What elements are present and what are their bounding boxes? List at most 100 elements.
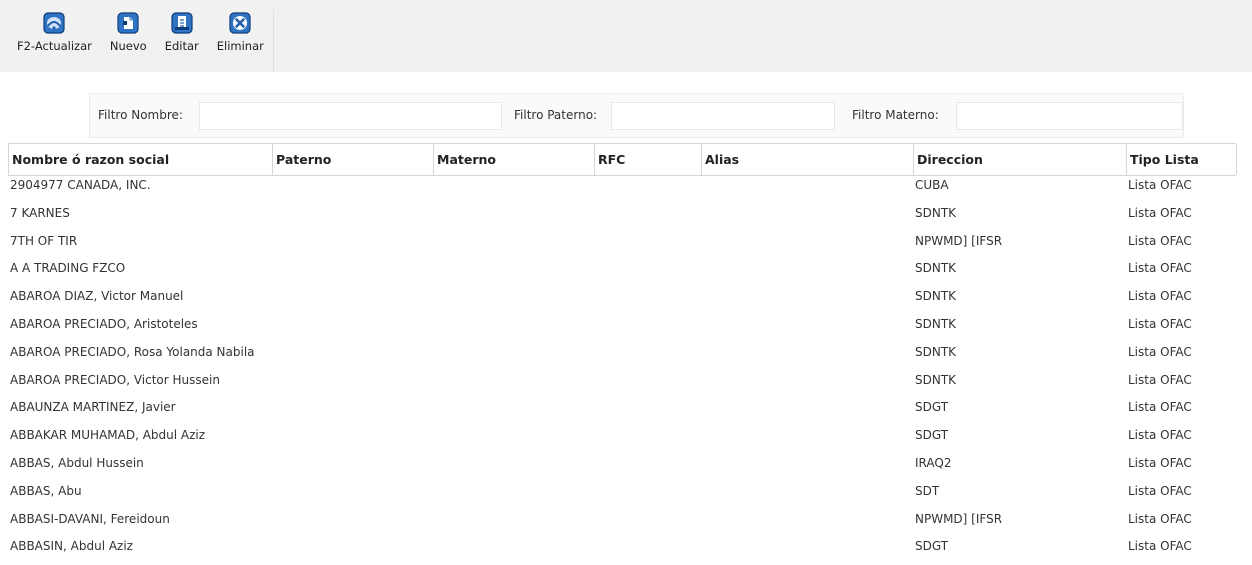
filter-nombre-input[interactable] <box>199 102 502 130</box>
cell-paterno <box>272 259 433 287</box>
cell-paterno <box>272 426 433 454</box>
edit-document-icon <box>171 12 193 34</box>
column-header-paterno[interactable]: Paterno <box>273 144 434 175</box>
cell-paterno <box>272 315 433 343</box>
cell-materno <box>433 232 594 260</box>
filter-materno-label: Filtro Materno: <box>852 108 939 122</box>
table-row[interactable]: 7 KARNES SDNTK Lista OFAC <box>8 204 1236 232</box>
cell-materno <box>433 510 594 538</box>
cell-nombre: 2904977 CANADA, INC. <box>10 178 151 192</box>
table-row[interactable]: ABBASI-DAVANI, Fereidoun NPWMD] [IFSR List… <box>8 510 1236 538</box>
cell-nombre: ABAROA PRECIADO, Victor Hussein <box>10 372 220 387</box>
cell-materno <box>433 315 594 343</box>
table-row[interactable]: ABBAS, Abdul Hussein IRAQ2 Lista OFAC <box>8 454 1236 482</box>
cell-rfc <box>594 204 701 232</box>
table-row[interactable]: ABBASIN, Abdul Aziz SDGT Lista OFAC <box>8 537 1236 565</box>
refresh-button-label: F2-Actualizar <box>17 39 92 53</box>
cell-alias <box>701 537 913 565</box>
results-grid: Nombre ó razon social Paterno Materno RF… <box>8 143 1237 565</box>
cell-materno <box>433 537 594 565</box>
column-header-nombre[interactable]: Nombre ó razon social <box>9 144 273 175</box>
delete-button[interactable]: Eliminar <box>208 10 273 72</box>
cell-direccion: IRAQ2 <box>915 455 952 470</box>
cell-rfc <box>594 371 701 399</box>
cell-nombre: 7TH OF TIR <box>10 233 78 248</box>
table-row[interactable]: ABAROA DIAZ, Victor Manuel SDNTK Lista OFA… <box>8 287 1236 315</box>
cell-tipo-lista: Lista OFAC <box>1128 233 1192 248</box>
table-row[interactable]: ABBAS, Abu SDT Lista OFAC <box>8 482 1236 510</box>
cell-direccion: SDNTK <box>915 261 957 276</box>
cell-nombre: ABBAKAR MUHAMAD, Abdul Aziz <box>10 428 206 443</box>
filter-paterno-input[interactable] <box>611 102 835 130</box>
cell-paterno <box>272 510 433 538</box>
cell-materno <box>433 259 594 287</box>
cell-nombre: 7 KARNES <box>10 205 70 220</box>
cell-nombre: ABBASIN, Abdul Aziz <box>10 539 133 554</box>
table-row[interactable]: ABAROA PRECIADO, Victor Hussein SDNTK List… <box>8 371 1236 399</box>
cell-paterno <box>272 482 433 510</box>
delete-button-label: Eliminar <box>216 39 264 53</box>
cell-materno <box>433 371 594 399</box>
cell-nombre: ABAROA PRECIADO, Aristoteles <box>10 316 198 331</box>
column-header-tipo-lista[interactable]: Tipo Lista <box>1127 144 1237 175</box>
cell-nombre: ABAUNZA MARTINEZ, Javier <box>10 400 176 415</box>
cell-rfc <box>594 537 701 565</box>
cell-materno <box>433 482 594 510</box>
refresh-icon <box>43 12 66 34</box>
column-header-alias[interactable]: Alias <box>702 144 914 175</box>
cell-materno <box>433 176 594 204</box>
cell-tipo-lista: Lista OFAC <box>1128 372 1192 387</box>
table-row[interactable]: 7TH OF TIR NPWMD] [IFSR Lista OFAC <box>8 232 1236 260</box>
cell-alias <box>701 482 913 510</box>
toolbar-button-group: F2-Actualizar Nuevo Editar Eliminar <box>8 10 274 72</box>
delete-icon <box>229 12 251 34</box>
cell-direccion: NPWMD] [IFSR <box>915 233 1003 248</box>
new-button[interactable]: Nuevo <box>101 10 156 72</box>
filter-materno-input[interactable] <box>956 102 1183 130</box>
cell-direccion: SDGT <box>915 400 949 415</box>
cell-nombre: ABBAS, Abu <box>10 483 82 498</box>
cell-alias <box>701 315 913 343</box>
cell-alias <box>701 398 913 426</box>
table-row[interactable]: ABBAKAR MUHAMAD, Abdul Aziz SDGT Lista OFA… <box>8 426 1236 454</box>
cell-alias <box>701 204 913 232</box>
cell-direccion: SDGT <box>915 539 949 554</box>
cell-direccion: SDNTK <box>915 344 957 359</box>
table-row[interactable]: ABAUNZA MARTINEZ, Javier SDGT Lista OFAC <box>8 398 1236 426</box>
cell-paterno <box>272 204 433 232</box>
cell-direccion: SDT <box>915 483 940 498</box>
cell-tipo-lista: Lista OFAC <box>1128 483 1192 498</box>
cell-nombre: ABBASI-DAVANI, Fereidoun <box>10 511 170 526</box>
filter-paterno-label: Filtro Paterno: <box>514 108 598 122</box>
cell-rfc <box>594 426 701 454</box>
cell-tipo-lista: Lista OFAC <box>1128 400 1192 415</box>
cell-alias <box>701 176 913 204</box>
cell-rfc <box>594 454 701 482</box>
column-header-direccion[interactable]: Direccion <box>914 144 1127 175</box>
grid-body: 2904977 CANADA, INC. CUBA Lista OFAC 7 KARN… <box>8 176 1236 565</box>
table-row[interactable]: ABAROA PRECIADO, Rosa Yolanda Nabila SDNT… <box>8 343 1236 371</box>
new-document-icon <box>117 12 139 34</box>
refresh-button[interactable]: F2-Actualizar <box>8 10 101 72</box>
column-header-rfc[interactable]: RFC <box>595 144 702 175</box>
cell-tipo-lista: Lista OFAC <box>1128 344 1192 359</box>
cell-nombre: A A TRADING FZCO <box>10 261 126 276</box>
cell-materno <box>433 454 594 482</box>
new-button-label: Nuevo <box>109 39 147 53</box>
table-row[interactable]: ABAROA PRECIADO, Aristoteles SDNTK Lista O… <box>8 315 1236 343</box>
table-row[interactable]: 2904977 CANADA, INC. CUBA Lista OFAC <box>8 176 1236 204</box>
cell-tipo-lista: Lista OFAC <box>1128 539 1192 554</box>
cell-nombre: ABAROA DIAZ, Victor Manuel <box>10 289 184 304</box>
column-header-materno[interactable]: Materno <box>434 144 595 175</box>
cell-rfc <box>594 398 701 426</box>
table-row[interactable]: A A TRADING FZCO SDNTK Lista OFAC <box>8 259 1236 287</box>
cell-alias <box>701 426 913 454</box>
cell-alias <box>701 232 913 260</box>
cell-materno <box>433 204 594 232</box>
cell-tipo-lista: Lista OFAC <box>1128 205 1192 220</box>
edit-button[interactable]: Editar <box>156 10 208 72</box>
grid-header: Nombre ó razon social Paterno Materno RF… <box>8 143 1237 176</box>
cell-tipo-lista: Lista OFAC <box>1128 511 1192 526</box>
cell-paterno <box>272 343 433 371</box>
cell-materno <box>433 398 594 426</box>
